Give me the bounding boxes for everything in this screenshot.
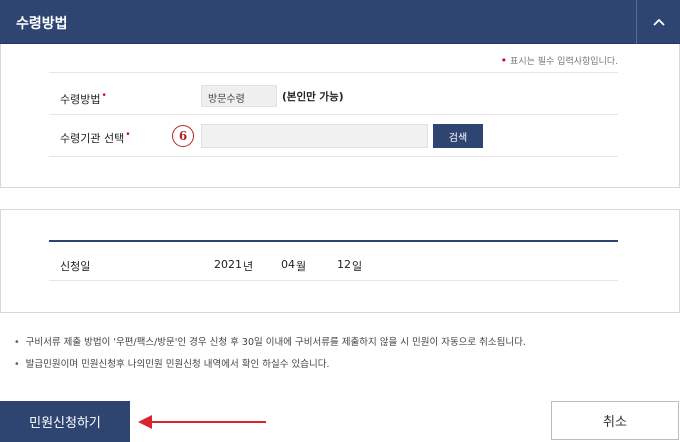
search-button[interactable]: 검색 xyxy=(433,124,483,148)
date-month: 04 xyxy=(281,258,295,271)
row-divider xyxy=(49,72,618,73)
date-year: 2021 xyxy=(214,258,242,271)
date-day: 12 xyxy=(337,258,351,271)
notice-text: 발급민원이며 민원신청후 나의민원 민원신청 내역에서 확인 하실수 있습니다. xyxy=(25,359,330,370)
section-header: 수령방법 xyxy=(0,0,680,44)
submit-application-button[interactable]: 민원신청하기 xyxy=(0,401,130,442)
method-value-field: 방문수령 xyxy=(201,85,277,107)
notice-item: • 구비서류 제출 방법이 '우편/팩스/방문'인 경우 신청 후 30일 이내에… xyxy=(14,334,526,348)
required-marker: • xyxy=(500,54,508,67)
agency-input[interactable] xyxy=(201,124,428,148)
agency-label-text: 수령기관 선택 xyxy=(60,132,125,145)
step-number-annotation: 6 xyxy=(172,125,194,147)
method-label-text: 수령방법 xyxy=(60,93,101,106)
row-divider xyxy=(49,156,618,157)
arrow-left-icon xyxy=(138,415,266,429)
required-note-text: 표시는 필수 입력사항입니다. xyxy=(510,57,618,67)
notice-text: 구비서류 제출 방법이 '우편/팩스/방문'인 경우 신청 후 30일 이내에 … xyxy=(25,337,526,348)
date-year-unit: 년 xyxy=(243,260,254,273)
date-table-top-border xyxy=(49,240,618,242)
notice-item: • 발급민원이며 민원신청후 나의민원 민원신청 내역에서 확인 하실수 있습니다… xyxy=(14,356,329,370)
method-note: (본인만 가능) xyxy=(282,91,344,103)
cancel-button[interactable]: 취소 xyxy=(551,401,679,440)
notice-bullet: • xyxy=(14,359,20,370)
required-marker: • xyxy=(101,91,107,102)
row-divider xyxy=(49,114,618,115)
application-date-label: 신청일 xyxy=(60,260,91,273)
required-fields-note: • 표시는 필수 입력사항입니다. xyxy=(501,54,618,67)
date-day-unit: 일 xyxy=(352,260,363,273)
row-divider xyxy=(49,280,618,281)
chevron-up-icon xyxy=(652,18,665,26)
notice-bullet: • xyxy=(14,337,20,348)
collapse-button[interactable] xyxy=(636,0,680,44)
agency-label: 수령기관 선택• xyxy=(60,130,131,146)
method-label: 수령방법• xyxy=(60,91,107,107)
date-month-unit: 월 xyxy=(296,260,307,273)
required-marker: • xyxy=(125,130,131,141)
section-title: 수령방법 xyxy=(16,16,68,32)
